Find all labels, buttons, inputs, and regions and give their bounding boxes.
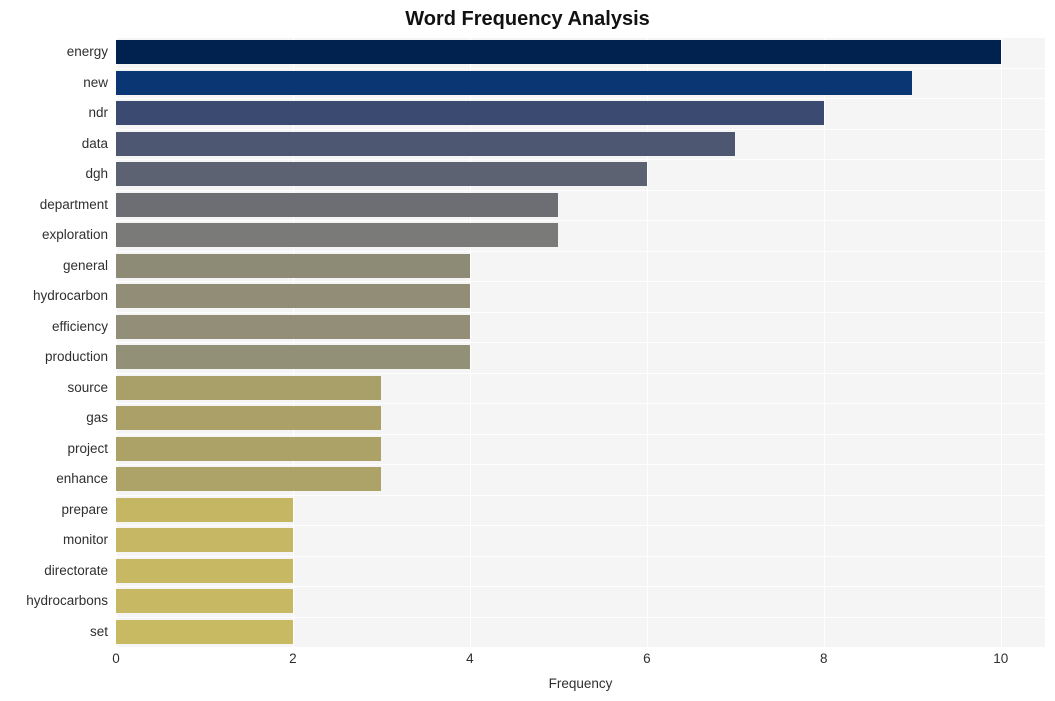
y-gridline	[116, 342, 1045, 343]
y-axis-labels: energy new ndr data dgh department exploration…	[0, 37, 108, 647]
y-axis-tick-label: department	[39, 196, 108, 212]
y-gridline	[116, 98, 1045, 99]
y-axis-tick-label: dgh	[85, 166, 108, 182]
x-axis-tick-label: 6	[643, 651, 651, 666]
y-axis-tick-label: prepare	[61, 501, 108, 517]
y-gridline	[116, 525, 1045, 526]
x-axis-tick-labels: 0 2 4 6 8 10	[0, 650, 1055, 672]
y-axis-tick-label: source	[67, 379, 108, 395]
chart-title: Word Frequency Analysis	[405, 8, 650, 30]
y-axis-tick-label: energy	[66, 44, 108, 60]
y-axis-tick-label: production	[44, 349, 108, 365]
bar[interactable]	[116, 253, 470, 278]
bar[interactable]	[116, 314, 470, 339]
bar[interactable]	[116, 467, 382, 492]
y-gridline	[116, 190, 1045, 191]
bar[interactable]	[116, 558, 293, 583]
x-axis-tick-label: 8	[820, 651, 828, 666]
y-gridline	[116, 403, 1045, 404]
bar[interactable]	[116, 192, 559, 217]
plot-area	[116, 37, 1045, 647]
y-axis-tick-label: hydrocarbon	[32, 288, 108, 304]
y-gridline	[116, 220, 1045, 221]
y-axis-tick-label: set	[89, 623, 108, 639]
bar[interactable]	[116, 131, 736, 156]
bar[interactable]	[116, 162, 647, 187]
y-axis-tick-label: enhance	[56, 471, 108, 487]
y-axis-tick-label: project	[67, 440, 108, 456]
y-gridline	[116, 495, 1045, 496]
y-axis-tick-label: directorate	[44, 562, 108, 578]
y-gridline	[116, 556, 1045, 557]
bar[interactable]	[116, 497, 293, 522]
y-gridline	[116, 586, 1045, 587]
y-axis-tick-label: data	[81, 135, 108, 151]
bar[interactable]	[116, 40, 1001, 65]
y-gridline	[116, 281, 1045, 282]
x-axis-tick-label: 0	[112, 651, 120, 666]
y-axis-tick-label: gas	[86, 410, 108, 426]
y-gridline	[116, 129, 1045, 130]
y-axis-tick-label: new	[83, 74, 108, 90]
y-axis-tick-label: hydrocarbons	[26, 593, 108, 609]
bar[interactable]	[116, 375, 382, 400]
x-axis-title: Frequency	[548, 676, 613, 691]
y-axis-tick-label: monitor	[62, 532, 108, 548]
y-gridline	[116, 37, 1045, 38]
y-gridline	[116, 464, 1045, 465]
bar[interactable]	[116, 406, 382, 431]
bar[interactable]	[116, 619, 293, 644]
bar[interactable]	[116, 284, 470, 309]
y-gridline	[116, 434, 1045, 435]
bar[interactable]	[116, 70, 913, 95]
y-axis-tick-label: ndr	[88, 105, 108, 121]
word-frequency-chart: Word Frequency Analysis energy new ndr data…	[0, 0, 1055, 701]
x-axis-tick-label: 4	[466, 651, 474, 666]
x-axis-tick-label: 2	[289, 651, 297, 666]
bar[interactable]	[116, 589, 293, 614]
y-gridline	[116, 617, 1045, 618]
y-gridline	[116, 373, 1045, 374]
y-gridline	[116, 251, 1045, 252]
y-gridline	[116, 312, 1045, 313]
bar[interactable]	[116, 345, 470, 370]
bar[interactable]	[116, 528, 293, 553]
y-axis-tick-label: efficiency	[51, 318, 108, 334]
y-axis-tick-label: general	[62, 257, 108, 273]
bar[interactable]	[116, 436, 382, 461]
x-axis-tick-label: 10	[993, 651, 1009, 666]
bar[interactable]	[116, 223, 559, 248]
y-axis-tick-label: exploration	[41, 227, 108, 243]
y-gridline	[116, 159, 1045, 160]
y-gridline	[116, 68, 1045, 69]
bar[interactable]	[116, 101, 824, 126]
